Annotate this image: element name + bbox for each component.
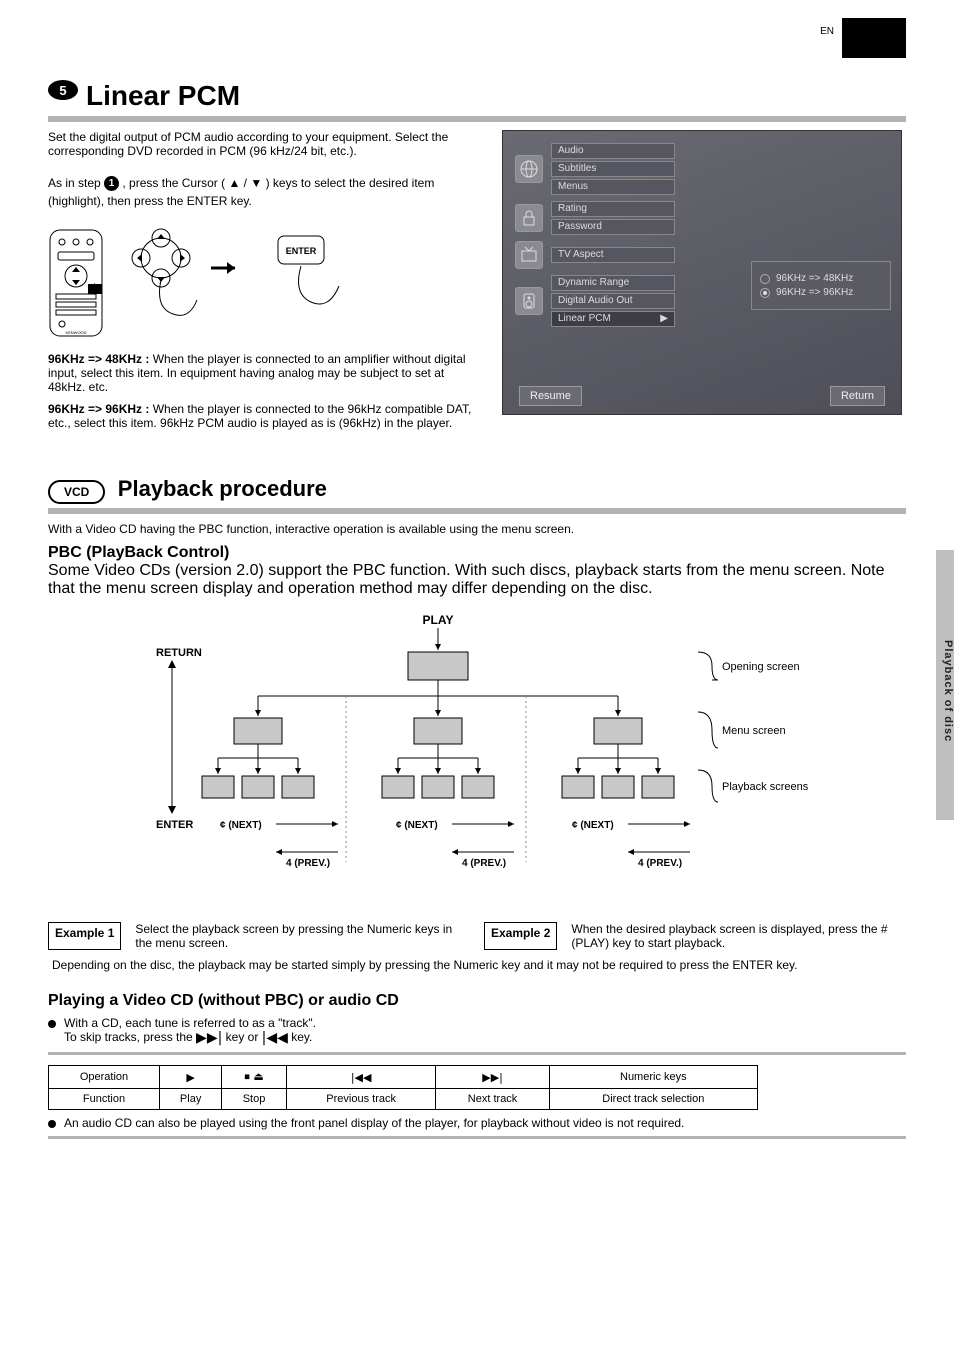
divider bbox=[48, 508, 906, 514]
osd-return-button[interactable]: Return bbox=[830, 386, 885, 406]
svg-text:¢ (NEXT): ¢ (NEXT) bbox=[220, 820, 262, 831]
svg-text:4 (PREV.): 4 (PREV.) bbox=[462, 858, 506, 869]
divider bbox=[48, 1136, 906, 1139]
remote-icon: KENWOOD bbox=[48, 228, 104, 338]
cursor-up-icon bbox=[228, 176, 240, 190]
svg-text:Playback screens: Playback screens bbox=[722, 781, 809, 793]
osd-sub-option-48-label: 96KHz => 48KHz bbox=[776, 273, 853, 284]
osd-item-audio[interactable]: Audio bbox=[551, 143, 675, 159]
bullet1-line1: With a CD, each tune is referred to as a… bbox=[64, 1016, 316, 1030]
svg-text:KENWOOD: KENWOOD bbox=[65, 330, 86, 335]
step-ref-icon: 1 bbox=[104, 176, 119, 191]
osd-sub-option-48[interactable]: 96KHz => 48KHz bbox=[760, 273, 882, 284]
osd-resume-button[interactable]: Resume bbox=[519, 386, 582, 406]
bullet1-line2: To skip tracks, press the ▶▶| key or |◀◀… bbox=[64, 1030, 316, 1046]
step-mid: , press the Cursor ( bbox=[122, 176, 225, 190]
svg-text:RETURN: RETURN bbox=[156, 647, 202, 659]
th-play-icon: ▶ bbox=[159, 1066, 221, 1089]
radio-icon bbox=[760, 274, 770, 284]
svg-text:Opening screen: Opening screen bbox=[722, 661, 800, 673]
cell-next: Next track bbox=[436, 1089, 549, 1110]
svg-text:4 (PREV.): 4 (PREV.) bbox=[638, 858, 682, 869]
cell-prev: Previous track bbox=[286, 1089, 436, 1110]
svg-text:PLAY: PLAY bbox=[423, 613, 454, 627]
speaker-icon bbox=[515, 287, 543, 315]
osd-item-linearpcm[interactable]: Linear PCM ▶ bbox=[551, 311, 675, 327]
osd-item-rating[interactable]: Rating bbox=[551, 201, 675, 217]
osd-screenshot: Audio Subtitles Menus Rating Password bbox=[502, 130, 902, 415]
step-title: Linear PCM bbox=[86, 80, 240, 112]
globe-icon bbox=[515, 155, 543, 183]
divider bbox=[48, 116, 906, 122]
svg-text:ENTER: ENTER bbox=[286, 246, 317, 256]
remote-illustration: KENWOOD E bbox=[48, 228, 478, 338]
th-numeric: Numeric keys bbox=[549, 1066, 757, 1089]
svg-text:¢ (NEXT): ¢ (NEXT) bbox=[396, 820, 438, 831]
tree-note: Depending on the disc, the playback may … bbox=[52, 958, 906, 972]
th-next-icon: ▶▶| bbox=[436, 1066, 549, 1089]
cursor-down-icon bbox=[250, 176, 262, 190]
svg-text:¢ (NEXT): ¢ (NEXT) bbox=[572, 820, 614, 831]
cell-direct: Direct track selection bbox=[549, 1089, 757, 1110]
osd-item-password[interactable]: Password bbox=[551, 219, 675, 235]
example2-text: When the desired playback screen is disp… bbox=[571, 922, 906, 950]
divider bbox=[48, 1052, 906, 1055]
svg-text:Menu screen: Menu screen bbox=[722, 725, 786, 737]
cell-stop: Stop bbox=[222, 1089, 287, 1110]
pbc-tree-diagram: PLAY bbox=[138, 612, 838, 912]
dpad-hand-icon bbox=[116, 228, 256, 318]
tv-icon bbox=[515, 241, 543, 269]
operations-table: Operation ▶ ⏹ ⏏ |◀◀ ▶▶| Numeric keys Fun… bbox=[48, 1065, 758, 1110]
prev-track-icon: |◀◀ bbox=[262, 1030, 288, 1046]
radio-selected-icon bbox=[760, 288, 770, 298]
bullet-icon bbox=[48, 1020, 56, 1028]
pbc-heading: PBC (PlayBack Control) bbox=[48, 544, 229, 561]
th-operation: Operation bbox=[49, 1066, 160, 1089]
page-number: 35 bbox=[916, 30, 932, 46]
osd-item-digiaudio[interactable]: Digital Audio Out bbox=[551, 293, 675, 309]
svg-text:ENTER: ENTER bbox=[156, 819, 193, 831]
option1-label: 96KHz => 48KHz : bbox=[48, 352, 149, 366]
th-stop-icon: ⏹ ⏏ bbox=[222, 1066, 287, 1089]
side-tab: Playback of disc bbox=[936, 550, 954, 820]
pbc-text: Some Video CDs (version 2.0) support the… bbox=[48, 562, 885, 597]
osd-item-dynrange[interactable]: Dynamic Range bbox=[551, 275, 675, 291]
option2-label: 96KHz => 96KHz : bbox=[48, 402, 149, 416]
next-track-icon: ▶▶| bbox=[196, 1030, 222, 1046]
example1-text: Select the playback screen by pressing t… bbox=[135, 922, 470, 950]
header-lang: EN bbox=[820, 26, 834, 37]
step-lead: As in step bbox=[48, 176, 101, 190]
bullet-icon bbox=[48, 1120, 56, 1128]
example1-box: Example 1 bbox=[48, 922, 121, 950]
lock-icon bbox=[515, 204, 543, 232]
osd-item-linearpcm-label: Linear PCM bbox=[558, 313, 611, 324]
osd-submenu: 96KHz => 48KHz 96KHz => 96KHz bbox=[751, 261, 891, 310]
bottom-heading: Playing a Video CD (without PBC) or audi… bbox=[48, 992, 906, 1010]
osd-item-menus[interactable]: Menus bbox=[551, 179, 675, 195]
osd-item-subtitles[interactable]: Subtitles bbox=[551, 161, 675, 177]
osd-sub-option-96-label: 96KHz => 96KHz bbox=[776, 287, 853, 298]
svg-text:4 (PREV.): 4 (PREV.) bbox=[286, 858, 330, 869]
th-prev-icon: |◀◀ bbox=[286, 1066, 436, 1089]
chevron-right-icon: ▶ bbox=[660, 313, 668, 324]
bullet2-text: An audio CD can also be played using the… bbox=[64, 1116, 684, 1130]
cell-play: Play bbox=[159, 1089, 221, 1110]
osd-sub-option-96[interactable]: 96KHz => 96KHz bbox=[760, 287, 882, 298]
proc-desc: With a Video CD having the PBC function,… bbox=[48, 522, 906, 536]
osd-item-tvaspect[interactable]: TV Aspect bbox=[551, 247, 675, 263]
row-label: Function bbox=[49, 1089, 160, 1110]
proc-title: Playback procedure bbox=[118, 476, 327, 501]
example2-box: Example 2 bbox=[484, 922, 557, 950]
corner-tab bbox=[842, 18, 906, 58]
step-number-badge: 5 bbox=[48, 80, 78, 100]
vcd-badge: VCD bbox=[48, 480, 105, 504]
enter-hand-icon: ENTER bbox=[268, 228, 348, 318]
step-description: Set the digital output of PCM audio acco… bbox=[48, 130, 478, 158]
